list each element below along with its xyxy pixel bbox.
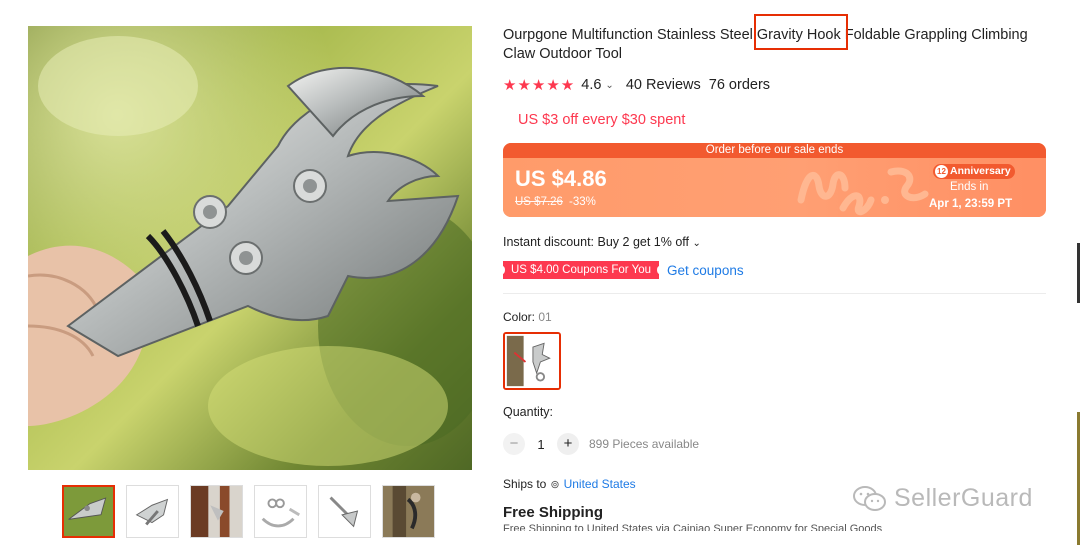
thumbnail-2[interactable]	[126, 485, 179, 538]
sale-ends-label: Ends in	[950, 181, 989, 193]
ships-to-label: Ships to	[503, 477, 547, 491]
quantity-value[interactable]: 1	[525, 437, 557, 452]
quantity-label: Quantity:	[503, 405, 554, 419]
color-label-text: Color:	[503, 310, 536, 324]
chevron-down-icon[interactable]: ⌄	[605, 80, 613, 91]
sale-banner-header: Order before our sale ends	[503, 143, 1046, 158]
watermark: SellerGuard	[852, 484, 1033, 513]
store-promo: US $3 off every $30 spent	[518, 112, 686, 128]
quantity-plus-button[interactable]: +	[557, 433, 579, 455]
anniversary-label: Anniversary	[950, 165, 1011, 177]
coupon-row: US $4.00 Coupons For You Get coupons	[499, 261, 1048, 279]
quantity-stepper: − 1 + 899 Pieces available	[503, 433, 1048, 455]
anniversary-number: 12	[935, 165, 948, 178]
location-pin-icon: ⊚	[550, 478, 560, 491]
wechat-icon	[853, 485, 886, 511]
shipping-detail: Free Shipping to United States via Caini…	[503, 523, 883, 531]
divider	[503, 293, 1046, 294]
color-label: Color: 01	[503, 310, 1048, 324]
instant-discount-text: Instant discount: Buy 2 get 1% off	[503, 235, 689, 249]
thumbnail-6[interactable]	[382, 485, 435, 538]
product-title: Ourpgone Multifunction Stainless Steel G…	[503, 27, 1028, 62]
current-price: US $4.86	[515, 166, 607, 191]
decorative-squiggle-icon	[797, 167, 929, 216]
sale-ends-date: Apr 1, 23:59 PT	[929, 198, 1013, 210]
original-price: US $7.26	[515, 196, 563, 208]
rating-score[interactable]: 4.6	[581, 77, 601, 93]
anniversary-badge: 12 Anniversary	[933, 164, 1015, 179]
pieces-available: 899 Pieces available	[589, 437, 700, 451]
main-product-image[interactable]	[28, 26, 472, 470]
star-rating-icon: ★★★★★	[503, 77, 576, 94]
thumbnail-5[interactable]	[318, 485, 371, 538]
thumbnail-strip	[62, 485, 435, 538]
chevron-down-icon: ⌄	[692, 238, 701, 249]
color-swatch-01[interactable]	[503, 332, 561, 390]
thumbnail-4[interactable]	[254, 485, 307, 538]
watermark-text: SellerGuard	[894, 484, 1033, 512]
reviews-link[interactable]: 40 Reviews	[626, 77, 701, 93]
sale-banner-body: US $4.86 US $7.26 -33% 12 Anniversary En…	[503, 158, 1046, 217]
rating-row: ★★★★★ 4.6 ⌄ 40 Reviews 76 orders	[503, 76, 1048, 94]
thumbnail-3[interactable]	[190, 485, 243, 538]
orders-count: 76 orders	[708, 77, 771, 93]
thumbnail-1[interactable]	[62, 485, 115, 538]
instant-discount[interactable]: Instant discount: Buy 2 get 1% off ⌄	[503, 235, 1048, 249]
discount-percent: -33%	[569, 196, 596, 208]
color-value: 01	[538, 310, 552, 324]
get-coupons-link[interactable]: Get coupons	[667, 263, 744, 278]
product-info: Ourpgone Multifunction Stainless Steel G…	[499, 14, 1048, 531]
sale-banner: Order before our sale ends US $4.86 US $…	[503, 143, 1046, 217]
quantity-minus-button[interactable]: −	[503, 433, 525, 455]
ship-country-link[interactable]: United States	[564, 477, 636, 491]
coupon-tag: US $4.00 Coupons For You	[499, 261, 663, 279]
